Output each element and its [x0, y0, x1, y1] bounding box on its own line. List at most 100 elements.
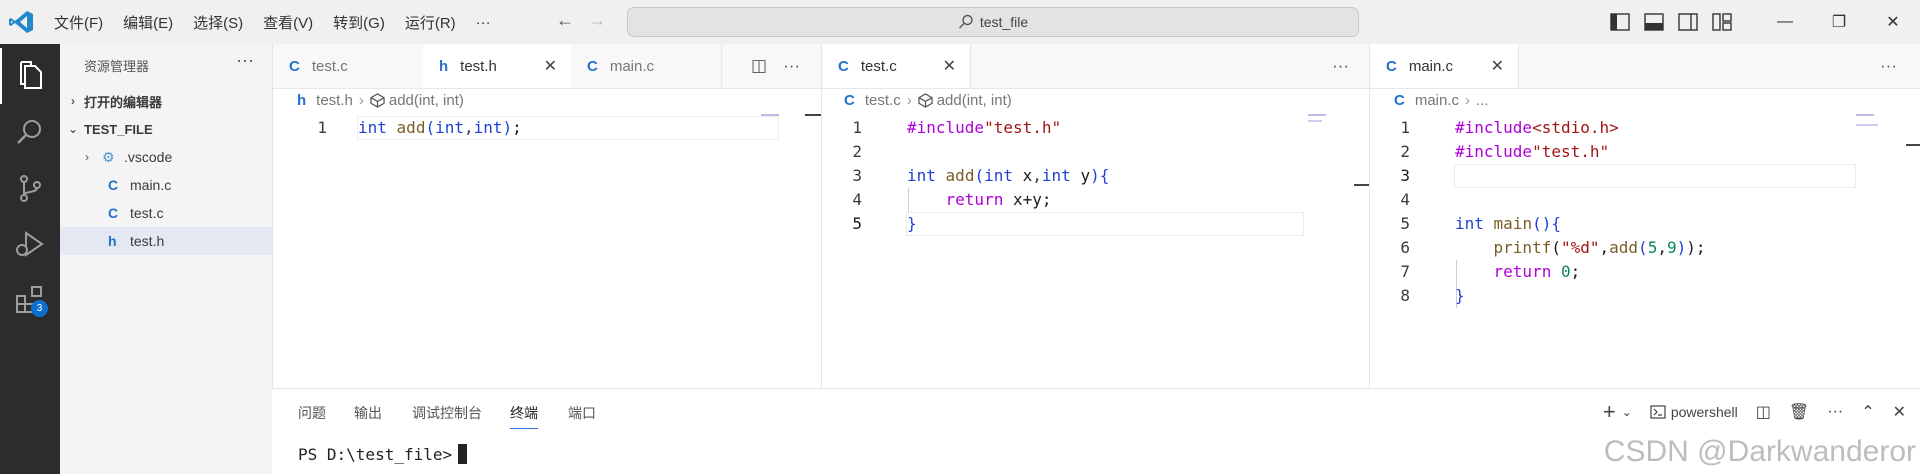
- tree-item-test-h[interactable]: h test.h: [60, 227, 272, 255]
- close-tab-icon[interactable]: ✕: [544, 56, 557, 76]
- more-actions-icon[interactable]: ···: [1332, 56, 1349, 76]
- breadcrumb-symbol[interactable]: add(int, int): [389, 92, 464, 109]
- minimap[interactable]: [1856, 114, 1874, 116]
- close-panel-icon[interactable]: ✕: [1893, 402, 1906, 422]
- terminal-profile[interactable]: powershell: [1650, 404, 1738, 420]
- tree-item-main-c[interactable]: C main.c: [60, 171, 272, 199]
- minimize-button[interactable]: —: [1758, 0, 1812, 44]
- back-arrow-icon[interactable]: ←: [556, 10, 574, 31]
- new-terminal-icon[interactable]: +: [1603, 399, 1616, 425]
- tab-label: main.c: [1408, 57, 1454, 75]
- tab-debug-console[interactable]: 调试控制台: [412, 403, 482, 423]
- code-editor[interactable]: 1 #include"test.h" 2 3 int add(int x,int y…: [822, 116, 1369, 236]
- close-tab-icon[interactable]: ✕: [943, 56, 956, 76]
- source-control-activity[interactable]: [0, 160, 60, 216]
- close-window-button[interactable]: ✕: [1866, 0, 1920, 44]
- terminal-icon: [1650, 405, 1666, 419]
- code-editor[interactable]: 1 int add(int,int);: [273, 116, 821, 140]
- tab-main-c[interactable]: C main.c ✕: [1370, 44, 1519, 88]
- tab-test-h[interactable]: h test.h ✕: [423, 44, 572, 88]
- menu-run[interactable]: 运行(R): [405, 12, 456, 33]
- more-actions-icon[interactable]: ···: [1827, 403, 1843, 421]
- explorer-sidebar: 资源管理器 ··· › 打开的编辑器 ⌄ TEST_FILE › ⚙ .vsco…: [60, 44, 273, 474]
- open-editors-section[interactable]: › 打开的编辑器: [60, 87, 272, 115]
- tab-problems[interactable]: 问题: [298, 403, 326, 423]
- line-number: 5: [1400, 214, 1410, 233]
- minimap[interactable]: [1308, 114, 1326, 116]
- tab-label: test.c: [860, 57, 897, 75]
- tab-main-c[interactable]: C main.c: [571, 44, 722, 88]
- h-file-icon: h: [108, 233, 117, 249]
- menu-selection[interactable]: 选择(S): [193, 12, 243, 33]
- split-editor-icon[interactable]: ◫: [751, 56, 767, 76]
- explorer-more-button[interactable]: ···: [236, 50, 254, 71]
- editor-group-2: C test.c ✕ ··· C test.c › add(int, int) …: [822, 44, 1369, 388]
- vscode-logo-icon: [9, 11, 33, 33]
- minimap[interactable]: [761, 114, 779, 116]
- line-number: 3: [852, 166, 862, 185]
- toggle-secondary-sidebar-icon[interactable]: [1678, 13, 1698, 31]
- terminal-prompt: PS D:\test_file>: [298, 445, 453, 464]
- breadcrumb-symbol[interactable]: ...: [1476, 92, 1489, 109]
- breadcrumb-symbol[interactable]: add(int, int): [937, 92, 1012, 109]
- forward-arrow-icon[interactable]: →: [588, 10, 606, 31]
- tab-output[interactable]: 输出: [354, 403, 382, 423]
- tab-label: test.c: [311, 57, 348, 75]
- menu-edit[interactable]: 编辑(E): [123, 12, 173, 33]
- menu-more[interactable]: ···: [476, 14, 491, 31]
- c-file-icon: C: [838, 57, 849, 75]
- command-center-search[interactable]: test_file: [627, 7, 1359, 37]
- menu-view[interactable]: 查看(V): [263, 12, 313, 33]
- breadcrumb: h test.h › add(int, int): [297, 92, 464, 109]
- code-editor[interactable]: 1 #include<stdio.h> 2 #include"test.h" 3 4…: [1370, 116, 1920, 308]
- toggle-primary-sidebar-icon[interactable]: [1610, 13, 1630, 31]
- tab-strip-1: C test.c h test.h ✕ C main.c ◫ ···: [273, 44, 821, 89]
- run-debug-activity[interactable]: [0, 216, 60, 272]
- source-control-icon: [20, 175, 41, 202]
- tab-test-c[interactable]: C test.c: [273, 44, 424, 88]
- chevron-right-icon: ›: [1465, 92, 1471, 109]
- breadcrumb-file[interactable]: test.h: [316, 92, 353, 109]
- line-number: 1: [317, 118, 327, 137]
- activity-bar: 3: [0, 44, 60, 474]
- search-activity[interactable]: [0, 104, 60, 160]
- menu-go[interactable]: 转到(G): [333, 12, 385, 33]
- line-number: 4: [1400, 190, 1410, 209]
- close-tab-icon[interactable]: ✕: [1491, 56, 1504, 76]
- explorer-title: 资源管理器: [84, 59, 150, 74]
- chevron-right-icon: ›: [85, 150, 89, 164]
- chevron-down-icon[interactable]: ⌄: [1622, 405, 1632, 419]
- tree-item-test-c[interactable]: C test.c: [60, 199, 272, 227]
- tab-terminal[interactable]: 终端: [510, 403, 538, 429]
- minimap-line: [1308, 120, 1322, 122]
- minimap-line: [1856, 124, 1878, 126]
- customize-layout-icon[interactable]: [1712, 13, 1732, 31]
- tab-test-c[interactable]: C test.c ✕: [822, 44, 971, 88]
- breadcrumb-file[interactable]: test.c: [865, 92, 901, 109]
- maximize-panel-icon[interactable]: ⌃: [1861, 402, 1874, 422]
- shell-name: powershell: [1670, 404, 1738, 420]
- extensions-activity[interactable]: 3: [0, 272, 60, 328]
- method-symbol-icon: [918, 93, 933, 108]
- h-file-icon: h: [297, 92, 307, 109]
- restore-button[interactable]: ❐: [1812, 0, 1866, 44]
- line-number: 3: [1400, 166, 1410, 185]
- line-number: 5: [852, 214, 862, 233]
- trash-icon[interactable]: 🗑: [1789, 402, 1809, 422]
- c-file-icon: C: [1386, 57, 1397, 75]
- menu-file[interactable]: 文件(F): [54, 12, 103, 33]
- more-actions-icon[interactable]: ···: [783, 56, 800, 76]
- split-terminal-icon[interactable]: ◫: [1756, 402, 1771, 422]
- method-symbol-icon: [370, 93, 385, 108]
- toggle-panel-icon[interactable]: [1644, 13, 1664, 31]
- terminal-output[interactable]: PS D:\test_file>: [298, 444, 468, 464]
- tab-ports[interactable]: 端口: [568, 403, 596, 423]
- folder-section[interactable]: ⌄ TEST_FILE: [60, 115, 272, 143]
- explorer-activity[interactable]: [0, 48, 60, 104]
- title-bar: 文件(F) 编辑(E) 选择(S) 查看(V) 转到(G) 运行(R) ··· …: [0, 0, 1920, 44]
- h-file-icon: h: [439, 57, 449, 75]
- tree-item-vscode[interactable]: › ⚙ .vscode: [60, 143, 272, 171]
- more-actions-icon[interactable]: ···: [1880, 56, 1897, 76]
- breadcrumb-file[interactable]: main.c: [1415, 92, 1459, 109]
- line-number: 1: [852, 118, 862, 137]
